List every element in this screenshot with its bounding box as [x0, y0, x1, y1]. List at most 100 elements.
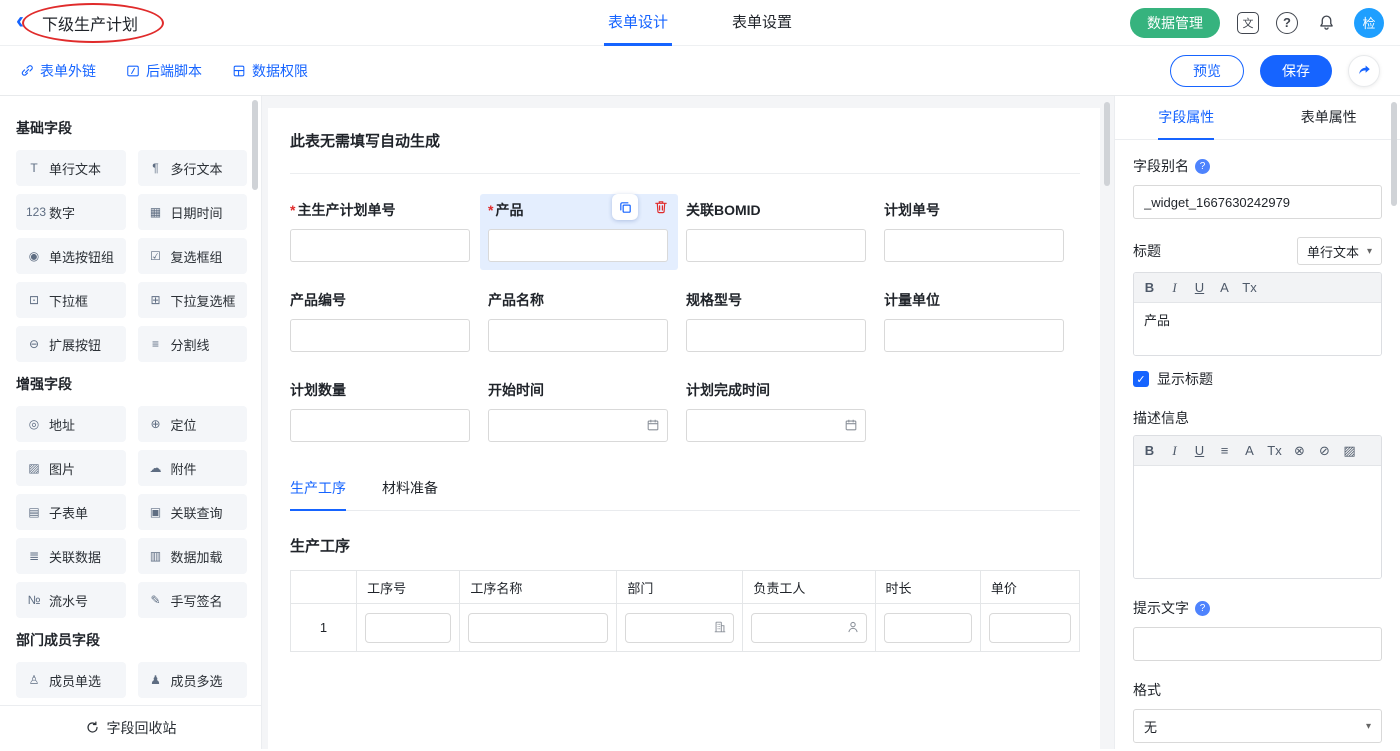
- canvas-scrollbar[interactable]: [1104, 102, 1110, 186]
- field-product-code[interactable]: 产品编号: [282, 284, 480, 360]
- format-icon[interactable]: ⊘: [1312, 443, 1337, 459]
- bell-icon[interactable]: [1315, 12, 1337, 34]
- format-icon[interactable]: A: [1212, 280, 1237, 295]
- field-input[interactable]: [884, 229, 1064, 262]
- cell-input-duration[interactable]: [884, 613, 972, 643]
- data-manage-button[interactable]: 数据管理: [1130, 8, 1220, 38]
- field-product-name[interactable]: 产品名称: [480, 284, 678, 360]
- palette-item[interactable]: ⊡ 下拉框: [16, 282, 126, 318]
- palette-item[interactable]: ▥ 数据加载: [138, 538, 248, 574]
- palette-item[interactable]: ≡ 分割线: [138, 326, 248, 362]
- share-button[interactable]: [1348, 55, 1380, 87]
- tab-form-settings[interactable]: 表单设置: [728, 0, 796, 46]
- palette-item[interactable]: ▣ 关联查询: [138, 494, 248, 530]
- field-bomid[interactable]: 关联BOMID: [678, 194, 876, 270]
- palette-item[interactable]: ▨ 图片: [16, 450, 126, 486]
- translate-icon[interactable]: 文: [1237, 12, 1259, 34]
- palette-item[interactable]: ▦ 日期时间: [138, 194, 248, 230]
- tab-field-properties[interactable]: 字段属性: [1115, 96, 1258, 139]
- palette-item[interactable]: ⊖ 扩展按钮: [16, 326, 126, 362]
- field-input[interactable]: [686, 409, 866, 442]
- field-input[interactable]: [488, 319, 668, 352]
- field-plan-no[interactable]: 计划单号: [876, 194, 1074, 270]
- show-title-checkbox[interactable]: ✓: [1133, 371, 1149, 387]
- cell-input-process-name[interactable]: [468, 613, 608, 643]
- field-input[interactable]: [290, 409, 470, 442]
- palette-members: ♙ 成员单选 ♟ 成员多选: [16, 662, 247, 698]
- field-input[interactable]: [290, 319, 470, 352]
- palette-item[interactable]: 123 数字: [16, 194, 126, 230]
- field-product[interactable]: *产品: [480, 194, 678, 270]
- palette-item[interactable]: ☁ 附件: [138, 450, 248, 486]
- sidebar-scrollbar[interactable]: [252, 100, 258, 190]
- palette-item[interactable]: ¶ 多行文本: [138, 150, 248, 186]
- form-external-link[interactable]: 表单外链: [20, 61, 96, 81]
- palette-item[interactable]: ☑ 复选框组: [138, 238, 248, 274]
- palette-item[interactable]: ◉ 单选按钮组: [16, 238, 126, 274]
- save-button[interactable]: 保存: [1260, 55, 1332, 87]
- palette-item[interactable]: ≣ 关联数据: [16, 538, 126, 574]
- field-input[interactable]: [488, 409, 668, 442]
- palette-item-icon: ≡: [148, 337, 164, 351]
- tab-production-process[interactable]: 生产工序: [290, 478, 346, 511]
- field-start-time[interactable]: 开始时间: [480, 374, 678, 450]
- field-plan-finish-time[interactable]: 计划完成时间: [678, 374, 876, 450]
- palette-item[interactable]: ⊕ 定位: [138, 406, 248, 442]
- field-input[interactable]: [290, 229, 470, 262]
- help-icon[interactable]: ?: [1276, 12, 1298, 34]
- hint-input[interactable]: [1133, 627, 1382, 661]
- field-main-plan-no[interactable]: *主生产计划单号: [282, 194, 480, 270]
- palette-item[interactable]: ✎ 手写签名: [138, 582, 248, 618]
- panel-scrollbar[interactable]: [1391, 102, 1397, 206]
- format-icon[interactable]: ⊗: [1287, 443, 1312, 459]
- tab-form-properties[interactable]: 表单属性: [1258, 96, 1400, 139]
- format-icon[interactable]: ≡: [1212, 443, 1237, 458]
- cell-input-process-no[interactable]: [365, 613, 451, 643]
- alias-input[interactable]: [1133, 185, 1382, 219]
- format-icon[interactable]: B: [1137, 280, 1162, 295]
- format-icon[interactable]: B: [1137, 443, 1162, 458]
- app-root: ‹ 下级生产计划 表单设计 表单设置 数据管理 文 ? 检 表单外链: [0, 0, 1400, 751]
- field-recycle-bin[interactable]: 字段回收站: [0, 705, 261, 749]
- format-icon[interactable]: U: [1187, 443, 1212, 458]
- format-icon[interactable]: ▨: [1337, 443, 1362, 459]
- format-icon[interactable]: A: [1237, 443, 1262, 458]
- palette-item[interactable]: ♟ 成员多选: [138, 662, 248, 698]
- alias-help-icon[interactable]: ?: [1195, 159, 1210, 174]
- avatar[interactable]: 检: [1354, 8, 1384, 38]
- palette-item[interactable]: ♙ 成员单选: [16, 662, 126, 698]
- format-icon[interactable]: I: [1162, 280, 1187, 296]
- description-editor-body[interactable]: [1134, 466, 1381, 578]
- palette-item[interactable]: ◎ 地址: [16, 406, 126, 442]
- palette-item[interactable]: № 流水号: [16, 582, 126, 618]
- title-editor-body[interactable]: 产品: [1134, 303, 1381, 355]
- format-select[interactable]: 无 ▾: [1133, 709, 1382, 743]
- field-input[interactable]: [686, 229, 866, 262]
- palette-item[interactable]: ⊞ 下拉复选框: [138, 282, 248, 318]
- cell-input-price[interactable]: [989, 613, 1071, 643]
- hint-help-icon[interactable]: ?: [1195, 601, 1210, 616]
- tab-form-design[interactable]: 表单设计: [604, 0, 672, 46]
- palette-item[interactable]: ▤ 子表单: [16, 494, 126, 530]
- field-spec-model[interactable]: 规格型号: [678, 284, 876, 360]
- field-input[interactable]: [884, 319, 1064, 352]
- field-plan-qty[interactable]: 计划数量: [282, 374, 480, 450]
- backend-script-link[interactable]: 后端脚本: [126, 61, 202, 81]
- field-input[interactable]: [686, 319, 866, 352]
- format-icon[interactable]: Tx: [1237, 280, 1262, 295]
- format-icon[interactable]: I: [1162, 443, 1187, 459]
- back-button[interactable]: ‹: [16, 9, 24, 33]
- format-icon[interactable]: Tx: [1262, 443, 1287, 458]
- field-unit[interactable]: 计量单位: [876, 284, 1074, 360]
- tab-material-prep[interactable]: 材料准备: [382, 478, 438, 511]
- copy-field-button[interactable]: [612, 194, 638, 220]
- field-input[interactable]: [488, 229, 668, 262]
- copy-icon: [618, 200, 633, 215]
- palette-item[interactable]: T 单行文本: [16, 150, 126, 186]
- preview-button[interactable]: 预览: [1170, 55, 1244, 87]
- subform-tabs: 生产工序 材料准备: [290, 478, 1080, 511]
- data-permission-link[interactable]: 数据权限: [232, 61, 308, 81]
- format-icon[interactable]: U: [1187, 280, 1212, 295]
- delete-field-button[interactable]: [648, 194, 674, 220]
- field-type-select[interactable]: 单行文本 ▾: [1297, 237, 1382, 265]
